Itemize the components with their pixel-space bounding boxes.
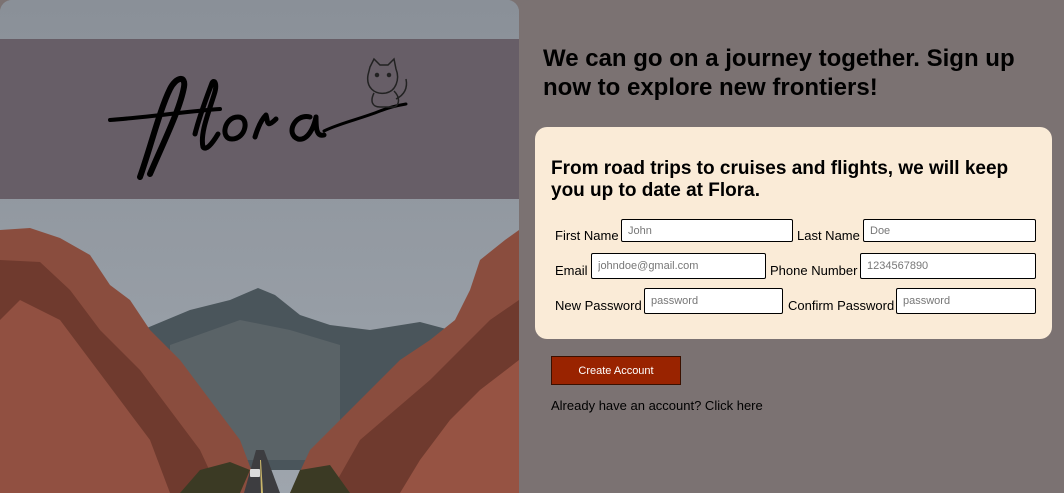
email-label: Email xyxy=(555,263,588,278)
email-input[interactable] xyxy=(591,253,766,279)
new-password-input[interactable] xyxy=(644,288,783,314)
sign-in-link[interactable]: Already have an account? Click here xyxy=(551,398,763,413)
first-name-input[interactable] xyxy=(621,219,793,242)
logo-banner xyxy=(0,39,519,199)
phone-input[interactable] xyxy=(860,253,1036,279)
last-name-label: Last Name xyxy=(797,228,860,243)
flora-logo xyxy=(108,57,408,180)
cat-doodle xyxy=(366,57,408,108)
hero-image xyxy=(0,0,519,493)
create-account-button[interactable]: Create Account xyxy=(551,356,681,385)
confirm-password-input[interactable] xyxy=(896,288,1036,314)
signup-card: From road trips to cruises and flights, … xyxy=(535,127,1052,339)
phone-label: Phone Number xyxy=(770,263,858,278)
page-headline: We can go on a journey together. Sign up… xyxy=(543,45,1015,101)
new-password-label: New Password xyxy=(555,298,642,313)
card-title: From road trips to cruises and flights, … xyxy=(551,158,1009,201)
first-name-label: First Name xyxy=(555,228,619,243)
confirm-password-label: Confirm Password xyxy=(788,298,895,313)
last-name-input[interactable] xyxy=(863,219,1036,242)
